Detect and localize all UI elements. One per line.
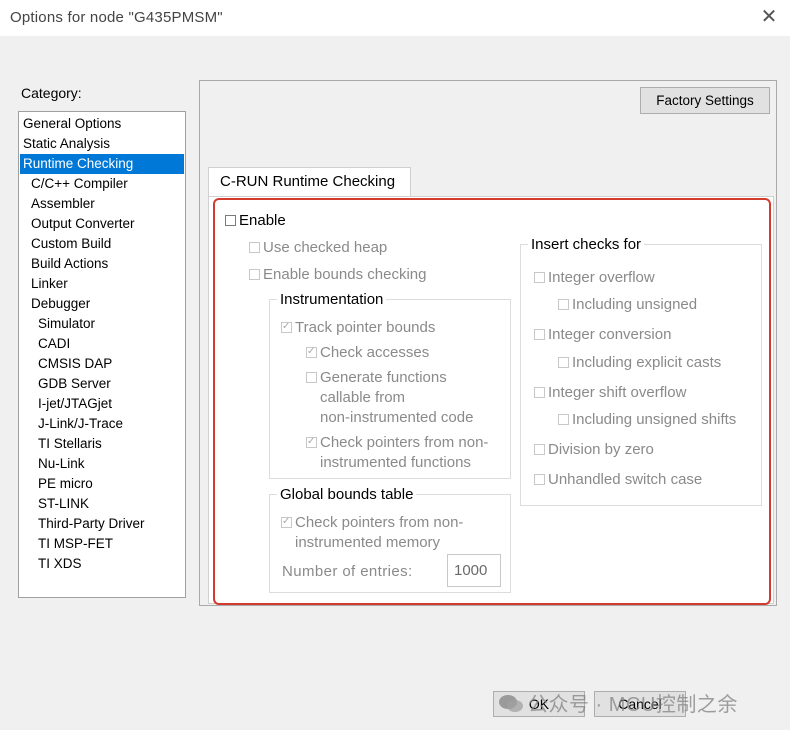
- including-unsigned-box[interactable]: [558, 299, 569, 310]
- tab-c-run-runtime-checking[interactable]: C-RUN Runtime Checking: [208, 167, 411, 197]
- including-unsigned-shifts-label: Including unsigned shifts: [572, 411, 737, 428]
- category-item-ti-stellaris[interactable]: TI Stellaris: [20, 434, 184, 454]
- category-item-ti-msp-fet[interactable]: TI MSP-FET: [20, 534, 184, 554]
- category-item-st-link[interactable]: ST-LINK: [20, 494, 184, 514]
- including-explicit-casts-box[interactable]: [558, 357, 569, 368]
- category-item-assembler[interactable]: Assembler: [20, 194, 184, 214]
- wechat-icon: [499, 695, 523, 712]
- check-pointers-functions-label-1: Check pointers from non-: [320, 434, 489, 451]
- check-mark-icon: ✓: [282, 321, 291, 332]
- global-bounds-title: Global bounds table: [277, 486, 417, 504]
- category-item-runtime-checking[interactable]: Runtime Checking: [20, 154, 184, 174]
- number-of-entries-input[interactable]: 1000: [447, 554, 501, 587]
- check-pointers-memory-label-1: Check pointers from non-: [295, 514, 464, 531]
- generate-functions-label-2: callable from: [320, 389, 406, 406]
- including-unsigned-label: Including unsigned: [572, 296, 698, 313]
- unhandled-switch-case-box[interactable]: [534, 474, 545, 485]
- watermark-text: 公众号 · MCU控制之余: [528, 694, 738, 716]
- track-pointer-bounds-label: Track pointer bounds: [295, 319, 436, 336]
- check-pointers-functions-box[interactable]: ✓: [306, 436, 317, 448]
- enable-bounds-checking-box[interactable]: [249, 269, 260, 280]
- integer-overflow-label: Integer overflow: [548, 269, 655, 286]
- category-item-gdb-server[interactable]: GDB Server: [20, 374, 184, 394]
- check-pointers-memory-label-2: instrumented memory: [295, 534, 441, 551]
- category-item-custom-build[interactable]: Custom Build: [20, 234, 184, 254]
- factory-settings-button[interactable]: Factory Settings: [640, 87, 770, 114]
- check-accesses-label: Check accesses: [320, 344, 430, 361]
- category-item-debugger[interactable]: Debugger: [20, 294, 184, 314]
- generate-functions-box[interactable]: [306, 372, 317, 383]
- integer-shift-overflow-label: Integer shift overflow: [548, 384, 687, 401]
- generate-functions-label-3: non-instrumented code: [320, 409, 474, 426]
- category-list[interactable]: General Options Static Analysis Runtime Ch…: [18, 111, 186, 598]
- check-pointers-memory-box[interactable]: ✓: [281, 516, 292, 528]
- category-item-pe-micro[interactable]: PE micro: [20, 474, 184, 494]
- category-item-c-c-compiler[interactable]: C/C++ Compiler: [20, 174, 184, 194]
- integer-overflow-box[interactable]: [534, 272, 545, 283]
- insert-checks-title: Insert checks for: [528, 236, 645, 254]
- generate-functions-label-1: Generate functions: [320, 369, 447, 386]
- including-unsigned-shifts-box[interactable]: [558, 414, 569, 425]
- watermark: 公众号 · MCU控制之余: [498, 688, 738, 717]
- number-of-entries-label: Number of entries:: [282, 563, 413, 580]
- window-title: Options for node "G435PMSM": [10, 9, 223, 26]
- check-accesses-box[interactable]: ✓: [306, 346, 317, 358]
- category-item-general-options[interactable]: General Options: [20, 114, 184, 134]
- check-mark-icon: ✓: [282, 516, 291, 527]
- category-item-output-converter[interactable]: Output Converter: [20, 214, 184, 234]
- integer-shift-overflow-box[interactable]: [534, 387, 545, 398]
- category-item-static-analysis[interactable]: Static Analysis: [20, 134, 184, 154]
- enable-checkbox-box[interactable]: [225, 215, 236, 226]
- category-item-ti-xds[interactable]: TI XDS: [20, 554, 184, 574]
- track-pointer-bounds-box[interactable]: ✓: [281, 321, 292, 333]
- integer-conversion-box[interactable]: [534, 329, 545, 340]
- check-mark-icon: ✓: [307, 436, 316, 447]
- category-item-j-link-j-trace[interactable]: J-Link/J-Trace: [20, 414, 184, 434]
- integer-conversion-label: Integer conversion: [548, 326, 672, 343]
- category-label: Category:: [21, 85, 82, 101]
- including-explicit-casts-label: Including explicit casts: [572, 354, 722, 371]
- division-by-zero-label: Division by zero: [548, 441, 654, 458]
- instrumentation-title: Instrumentation: [277, 291, 387, 309]
- unhandled-switch-case-label: Unhandled switch case: [548, 471, 703, 488]
- enable-label: Enable: [239, 212, 286, 229]
- category-item-i-jet-jtagjet[interactable]: I-jet/JTAGjet: [20, 394, 184, 414]
- check-mark-icon: ✓: [307, 346, 316, 357]
- category-item-cmsis-dap[interactable]: CMSIS DAP: [20, 354, 184, 374]
- category-item-nu-link[interactable]: Nu-Link: [20, 454, 184, 474]
- category-item-simulator[interactable]: Simulator: [20, 314, 184, 334]
- check-pointers-functions-label-2: instrumented functions: [320, 454, 471, 471]
- title-bar: Options for node "G435PMSM" ✕: [0, 0, 790, 36]
- category-item-cadi[interactable]: CADI: [20, 334, 184, 354]
- close-icon[interactable]: ✕: [758, 6, 780, 28]
- enable-bounds-checking-label: Enable bounds checking: [263, 266, 427, 283]
- category-item-build-actions[interactable]: Build Actions: [20, 254, 184, 274]
- category-item-linker[interactable]: Linker: [20, 274, 184, 294]
- use-checked-heap-label: Use checked heap: [263, 239, 388, 256]
- use-checked-heap-box[interactable]: [249, 242, 260, 253]
- division-by-zero-box[interactable]: [534, 444, 545, 455]
- category-item-third-party-driver[interactable]: Third-Party Driver: [20, 514, 184, 534]
